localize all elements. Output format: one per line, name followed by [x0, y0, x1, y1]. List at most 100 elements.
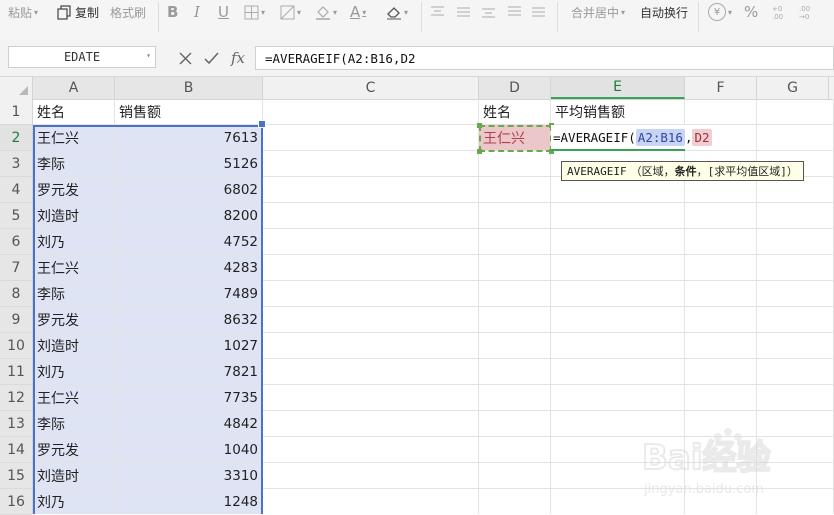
row-header[interactable]: 8	[0, 281, 32, 307]
cell-e5[interactable]	[551, 203, 685, 229]
cell-f12[interactable]	[685, 385, 757, 411]
chevron-down-icon[interactable]: ▾	[146, 51, 151, 60]
cell-g7[interactable]	[757, 255, 834, 281]
cell-e14[interactable]	[551, 437, 685, 463]
cell-b5[interactable]: 8200	[115, 203, 263, 229]
cell-a4[interactable]: 罗元发	[33, 177, 115, 203]
row-header[interactable]: 13	[0, 411, 32, 437]
cell-c15[interactable]	[263, 463, 479, 489]
cell-e6[interactable]	[551, 229, 685, 255]
align-top-button[interactable]	[430, 0, 445, 24]
cell-c1[interactable]	[263, 99, 479, 125]
row-header[interactable]: 6	[0, 229, 32, 255]
row-header[interactable]: 12	[0, 385, 32, 411]
cell-d4[interactable]	[479, 177, 551, 203]
row-header[interactable]: 16	[0, 489, 32, 515]
cell-c12[interactable]	[263, 385, 479, 411]
justify-button[interactable]	[507, 0, 522, 24]
cell-e16[interactable]	[551, 489, 685, 514]
cell-b16[interactable]: 1248	[115, 489, 263, 514]
cell-e2-editing[interactable]: =AVERAGEIF(A2:B16, D2	[551, 125, 712, 151]
bold-button[interactable]: B	[167, 0, 178, 24]
cell-d13[interactable]	[479, 411, 551, 437]
select-all-corner[interactable]	[0, 77, 33, 99]
check-icon[interactable]	[202, 48, 220, 68]
row-header[interactable]: 14	[0, 437, 32, 463]
cell-a8[interactable]: 李际	[33, 281, 115, 307]
wrap-text-button[interactable]: 自动换行	[640, 0, 688, 24]
cell-b15[interactable]: 3310	[115, 463, 263, 489]
cell-c8[interactable]	[263, 281, 479, 307]
font-color-button[interactable]: A ▾	[350, 0, 366, 24]
cell-b1[interactable]: 销售额	[115, 99, 263, 125]
cell-f10[interactable]	[685, 333, 757, 359]
cell-c6[interactable]	[263, 229, 479, 255]
cell-e10[interactable]	[551, 333, 685, 359]
cell-a11[interactable]: 刘乃	[33, 359, 115, 385]
cell-c10[interactable]	[263, 333, 479, 359]
cell-f13[interactable]	[685, 411, 757, 437]
cell-c16[interactable]	[263, 489, 479, 514]
cell-b8[interactable]: 7489	[115, 281, 263, 307]
cell-a13[interactable]: 李际	[33, 411, 115, 437]
close-icon[interactable]	[176, 48, 194, 68]
cell-f14[interactable]	[685, 437, 757, 463]
cell-a14[interactable]: 罗元发	[33, 437, 115, 463]
cell-a6[interactable]: 刘乃	[33, 229, 115, 255]
borders-button[interactable]: ▾	[244, 0, 265, 24]
cell-d5[interactable]	[479, 203, 551, 229]
cell-a7[interactable]: 王仁兴	[33, 255, 115, 281]
cell-c9[interactable]	[263, 307, 479, 333]
cell-f6[interactable]	[685, 229, 757, 255]
decrease-decimal-button[interactable]: .00 →0	[797, 0, 819, 24]
column-header-g[interactable]: G	[757, 77, 829, 99]
formula-input[interactable]: =AVERAGEIF(A2:B16,D2	[255, 46, 834, 70]
cell-style-button[interactable]: ▾	[280, 0, 301, 24]
row-header[interactable]: 2	[0, 125, 32, 151]
cell-f15[interactable]	[685, 463, 757, 489]
cell-b12[interactable]: 7735	[115, 385, 263, 411]
cell-d12[interactable]	[479, 385, 551, 411]
row-header[interactable]: 4	[0, 177, 32, 203]
row-header[interactable]: 15	[0, 463, 32, 489]
cell-c3[interactable]	[263, 151, 479, 177]
cell-g5[interactable]	[757, 203, 834, 229]
cell-d7[interactable]	[479, 255, 551, 281]
column-header-f[interactable]: F	[685, 77, 757, 99]
underline-button[interactable]: U	[218, 0, 229, 24]
cell-e12[interactable]	[551, 385, 685, 411]
cell-c4[interactable]	[263, 177, 479, 203]
cell-e15[interactable]	[551, 463, 685, 489]
cell-d2[interactable]: 王仁兴	[479, 125, 551, 151]
cell-d8[interactable]	[479, 281, 551, 307]
row-header[interactable]: 9	[0, 307, 32, 333]
range-resize-handle[interactable]	[258, 120, 266, 128]
cell-g14[interactable]	[757, 437, 834, 463]
cell-d16[interactable]	[479, 489, 551, 514]
row-header[interactable]: 5	[0, 203, 32, 229]
align-middle-button[interactable]	[456, 0, 471, 24]
italic-button[interactable]: I	[194, 0, 200, 24]
align-bottom-button[interactable]	[481, 0, 496, 24]
cell-f8[interactable]	[685, 281, 757, 307]
cell-a2[interactable]: 王仁兴	[33, 125, 115, 151]
clear-button[interactable]: ▾	[386, 0, 408, 24]
cell-e11[interactable]	[551, 359, 685, 385]
row-header[interactable]: 3	[0, 151, 32, 177]
cell-a12[interactable]: 王仁兴	[33, 385, 115, 411]
merge-center-button[interactable]: 合并居中 ▾	[571, 0, 625, 24]
cell-d11[interactable]	[479, 359, 551, 385]
cell-a1[interactable]: 姓名	[33, 99, 115, 125]
distribute-button[interactable]	[531, 0, 546, 24]
cell-e7[interactable]	[551, 255, 685, 281]
format-painter-button[interactable]: 格式刷	[110, 0, 146, 24]
cell-b13[interactable]: 4842	[115, 411, 263, 437]
cell-b3[interactable]: 5126	[115, 151, 263, 177]
cell-f11[interactable]	[685, 359, 757, 385]
cell-d6[interactable]	[479, 229, 551, 255]
cell-e9[interactable]	[551, 307, 685, 333]
cell-g1[interactable]	[757, 99, 834, 125]
cell-c14[interactable]	[263, 437, 479, 463]
column-header-a[interactable]: A	[33, 77, 115, 99]
cell-g8[interactable]	[757, 281, 834, 307]
